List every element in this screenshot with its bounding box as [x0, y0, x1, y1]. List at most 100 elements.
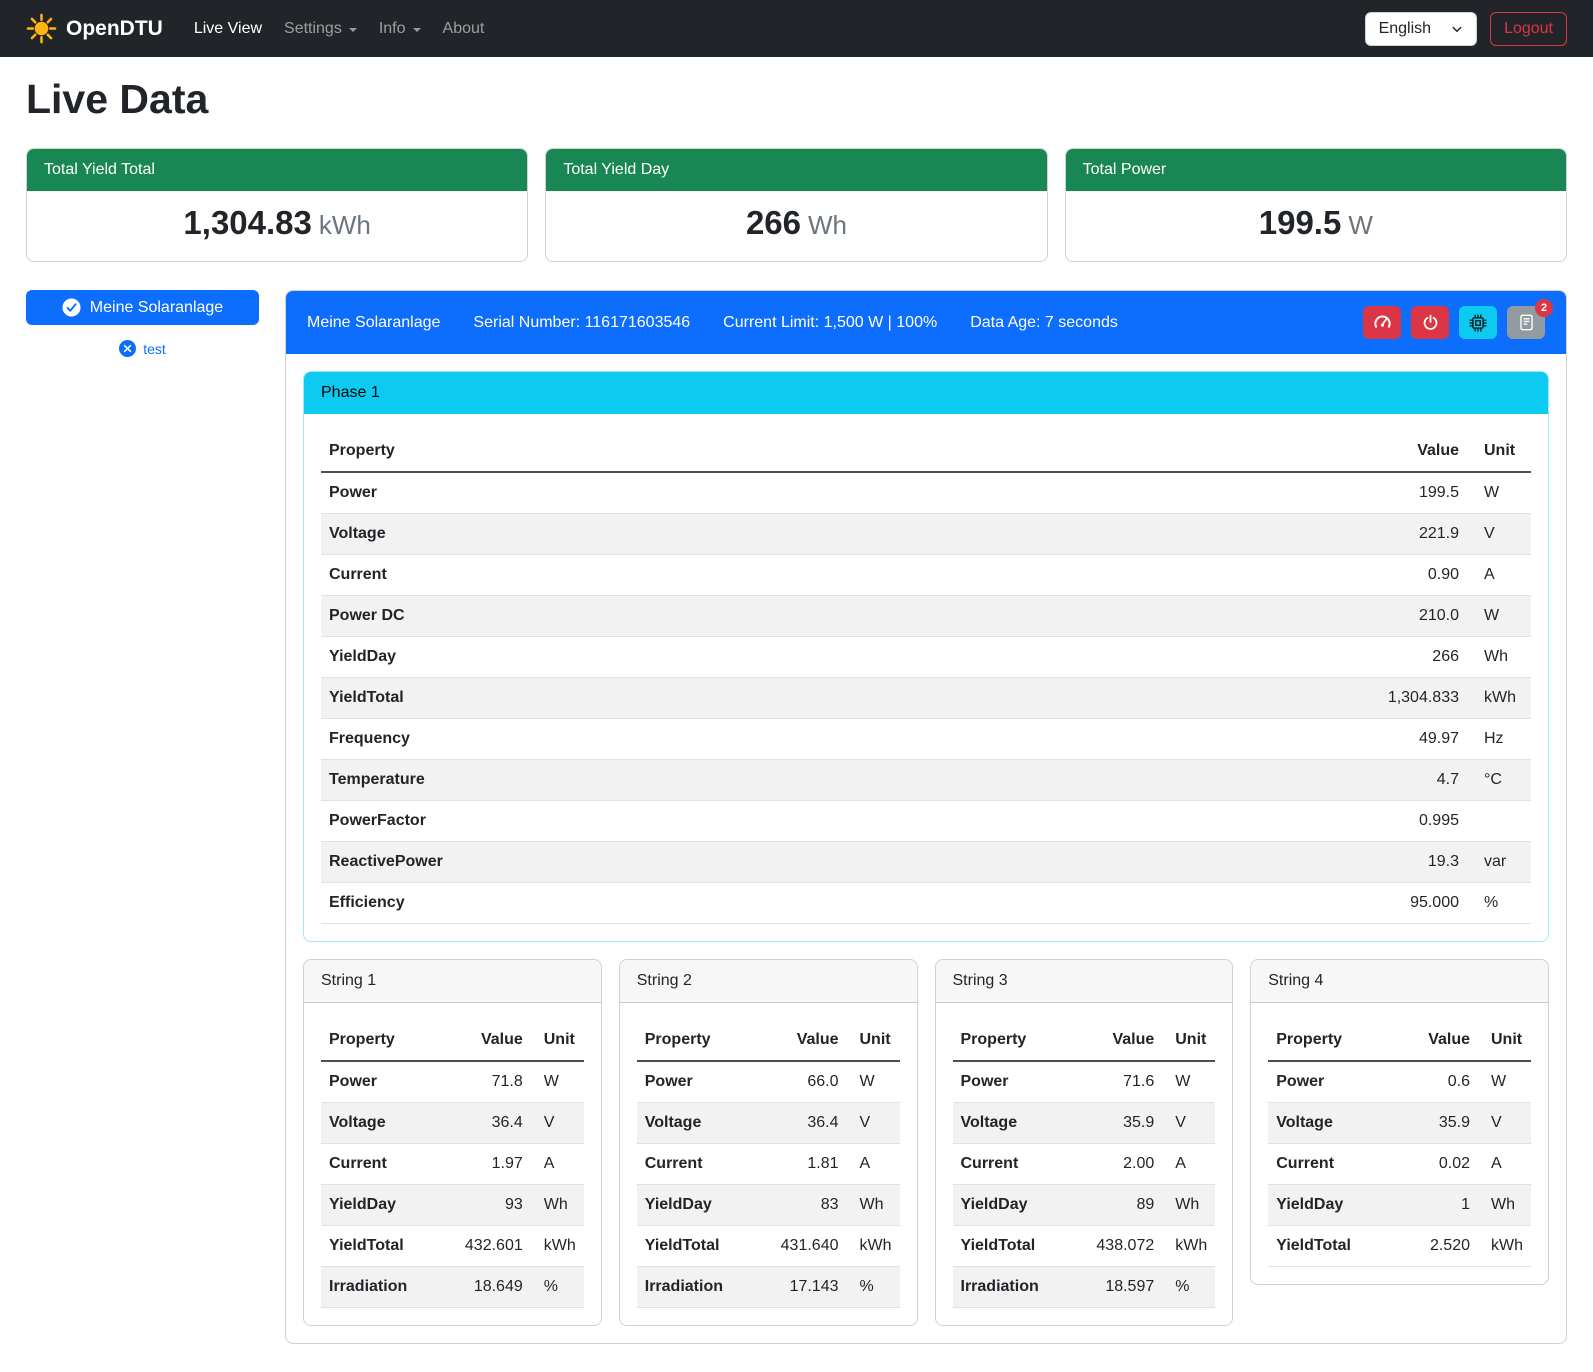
string-4-card: String 4 Property Value Unit — [1250, 959, 1549, 1285]
device-info-button[interactable] — [1459, 306, 1497, 339]
nav-info-label: Info — [379, 20, 406, 38]
strings-row: String 1 Property Value Unit — [303, 959, 1549, 1326]
unit-cell: V — [847, 1103, 900, 1144]
unit-cell: V — [1162, 1103, 1215, 1144]
value-cell: 71.8 — [443, 1061, 531, 1103]
table-row: YieldDay 266 Wh — [321, 637, 1531, 678]
value-cell: 266 — [1337, 637, 1467, 678]
inverter-item-test[interactable]: test — [26, 340, 259, 357]
total-yield-day-card: Total Yield Day 266Wh — [545, 148, 1047, 262]
inverter-select-button[interactable]: Meine Solaranlage — [26, 290, 259, 325]
string-2-card: String 2 Property Value Unit — [619, 959, 918, 1326]
page-title: Live Data — [26, 76, 1567, 123]
string-title: String 3 — [936, 960, 1233, 1003]
value-header: Value — [1337, 431, 1467, 472]
table-row: Efficiency 95.000 % — [321, 883, 1531, 924]
unit-cell: % — [1467, 883, 1531, 924]
value-cell: 438.072 — [1074, 1226, 1162, 1267]
panel-actions: 2 — [1363, 306, 1545, 339]
string-1-card: String 1 Property Value Unit — [303, 959, 602, 1326]
power-icon — [1422, 314, 1439, 331]
unit-cell: kWh — [1467, 678, 1531, 719]
value-cell: 93 — [443, 1185, 531, 1226]
unit-cell: % — [531, 1267, 584, 1308]
unit-cell: A — [1467, 555, 1531, 596]
check-circle-icon — [62, 298, 81, 317]
card-value: 1,304.83 — [183, 204, 311, 241]
property-cell: Frequency — [321, 719, 1337, 760]
unit-cell: Hz — [1467, 719, 1531, 760]
value-cell: 0.02 — [1390, 1144, 1478, 1185]
value-header: Value — [1390, 1020, 1478, 1061]
limit-settings-button[interactable] — [1363, 306, 1401, 339]
unit-header: Unit — [1478, 1020, 1531, 1061]
language-select[interactable]: English — [1365, 12, 1477, 46]
nav-info[interactable]: Info — [370, 12, 430, 46]
value-cell: 431.640 — [759, 1226, 847, 1267]
nav-live-view[interactable]: Live View — [185, 12, 271, 46]
value-cell: 17.143 — [759, 1267, 847, 1308]
phase-card: Phase 1 Property Value Unit — [303, 371, 1549, 942]
card-value: 199.5 — [1259, 204, 1342, 241]
table-row: Power 71.6 W — [953, 1061, 1216, 1103]
table-row: Power 66.0 W — [637, 1061, 900, 1103]
card-unit: W — [1348, 210, 1373, 240]
main-content: Live Data Total Yield Total 1,304.83kWh … — [0, 76, 1593, 1372]
value-cell: 4.7 — [1337, 760, 1467, 801]
string-table-body: Power 71.6 W Voltage 35.9 V — [953, 1061, 1216, 1308]
property-cell: Voltage — [637, 1103, 759, 1144]
unit-header: Unit — [1467, 431, 1531, 472]
property-cell: Power DC — [321, 596, 1337, 637]
string-title: String 1 — [304, 960, 601, 1003]
table-row: YieldTotal 2.520 kWh — [1268, 1226, 1531, 1267]
unit-cell: Wh — [1478, 1185, 1531, 1226]
value-header: Value — [1074, 1020, 1162, 1061]
table-row: Voltage 35.9 V — [1268, 1103, 1531, 1144]
string-2-table: Property Value Unit Power — [637, 1020, 900, 1308]
unit-cell: Wh — [531, 1185, 584, 1226]
inverter-test-label: test — [143, 341, 166, 357]
value-cell: 18.597 — [1074, 1267, 1162, 1308]
unit-cell: A — [531, 1144, 584, 1185]
logout-button[interactable]: Logout — [1490, 12, 1567, 46]
table-row: YieldTotal 432.601 kWh — [321, 1226, 584, 1267]
unit-cell: W — [1467, 596, 1531, 637]
journal-icon — [1518, 314, 1535, 331]
brand-link[interactable]: OpenDTU — [26, 13, 163, 44]
property-cell: Temperature — [321, 760, 1337, 801]
table-row: Power DC 210.0 W — [321, 596, 1531, 637]
unit-cell: % — [1162, 1267, 1215, 1308]
unit-cell: Wh — [847, 1185, 900, 1226]
table-row: Current 0.02 A — [1268, 1144, 1531, 1185]
power-button[interactable] — [1411, 306, 1449, 339]
value-cell: 89 — [1074, 1185, 1162, 1226]
property-cell: YieldTotal — [321, 1226, 443, 1267]
card-unit: kWh — [319, 210, 371, 240]
value-cell: 0.90 — [1337, 555, 1467, 596]
property-cell: Irradiation — [321, 1267, 443, 1308]
property-cell: Power — [953, 1061, 1075, 1103]
nav-about[interactable]: About — [434, 12, 494, 46]
property-cell: Voltage — [321, 1103, 443, 1144]
property-cell: Power — [637, 1061, 759, 1103]
card-title: Total Yield Day — [546, 149, 1046, 191]
card-unit: Wh — [808, 210, 847, 240]
value-header: Value — [443, 1020, 531, 1061]
table-row: Voltage 35.9 V — [953, 1103, 1216, 1144]
inverter-select-label: Meine Solaranlage — [90, 299, 223, 317]
unit-cell: Wh — [1467, 637, 1531, 678]
table-row: Voltage 36.4 V — [321, 1103, 584, 1144]
unit-header: Unit — [1162, 1020, 1215, 1061]
nav-settings-label: Settings — [284, 20, 342, 38]
nav-settings[interactable]: Settings — [275, 12, 366, 46]
value-cell: 18.649 — [443, 1267, 531, 1308]
property-cell: YieldDay — [321, 637, 1337, 678]
table-row: Temperature 4.7 °C — [321, 760, 1531, 801]
unit-cell: W — [531, 1061, 584, 1103]
property-cell: Power — [321, 472, 1337, 514]
card-title: Total Power — [1066, 149, 1566, 191]
event-log-button[interactable]: 2 — [1507, 306, 1545, 339]
card-title: Total Yield Total — [27, 149, 527, 191]
value-cell: 199.5 — [1337, 472, 1467, 514]
table-row: Irradiation 18.597 % — [953, 1267, 1216, 1308]
